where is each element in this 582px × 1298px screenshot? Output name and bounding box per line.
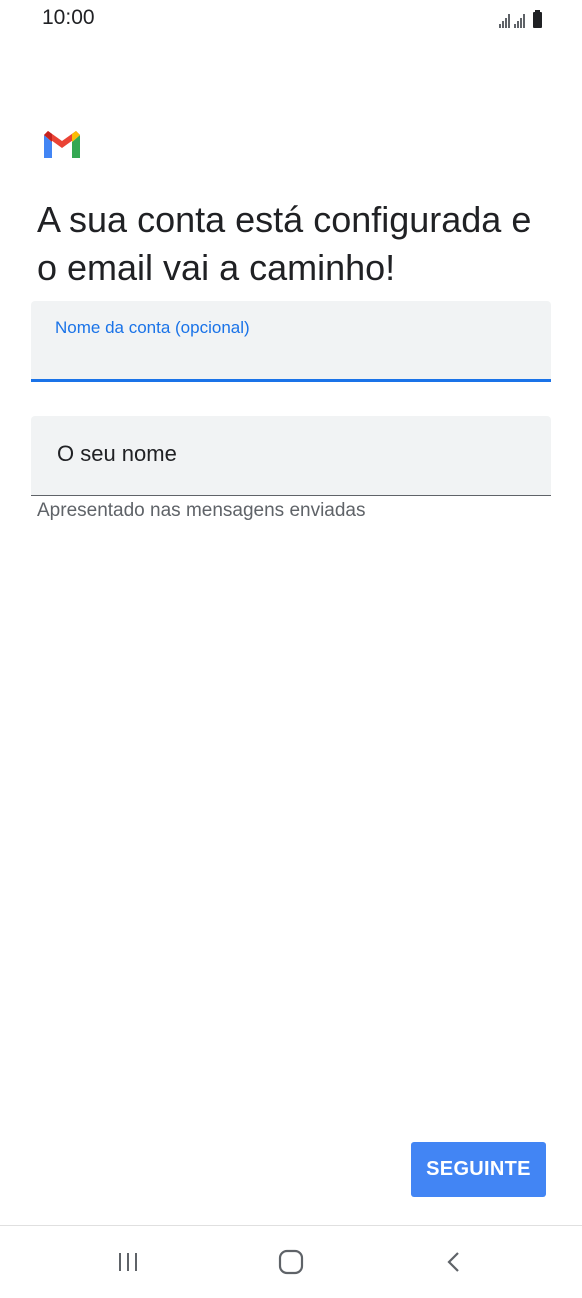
status-time: 10:00 <box>42 6 95 29</box>
back-icon <box>447 1252 459 1272</box>
signal-icon <box>514 14 525 28</box>
navigation-bar <box>0 1225 582 1298</box>
account-name-label: Nome da conta (opcional) <box>55 318 250 337</box>
signal-icon <box>499 14 510 28</box>
account-name-input[interactable] <box>55 343 529 369</box>
home-button[interactable] <box>271 1244 311 1280</box>
account-name-field[interactable]: Nome da conta (opcional) <box>31 301 551 382</box>
your-name-input[interactable] <box>55 440 529 468</box>
status-bar: 10:00 <box>0 0 582 40</box>
your-name-field[interactable] <box>31 416 551 496</box>
recent-apps-button[interactable] <box>108 1244 148 1280</box>
page-title: A sua conta está configurada e o email v… <box>37 199 532 288</box>
your-name-helper: Apresentado nas mensagens enviadas <box>37 500 366 521</box>
next-button[interactable]: SEGUINTE <box>411 1142 546 1197</box>
status-icons <box>499 8 542 28</box>
back-button[interactable] <box>434 1244 474 1280</box>
gmail-logo-icon <box>44 131 80 158</box>
recent-apps-icon <box>119 1253 137 1271</box>
battery-icon <box>533 10 542 28</box>
home-icon <box>278 1249 304 1275</box>
